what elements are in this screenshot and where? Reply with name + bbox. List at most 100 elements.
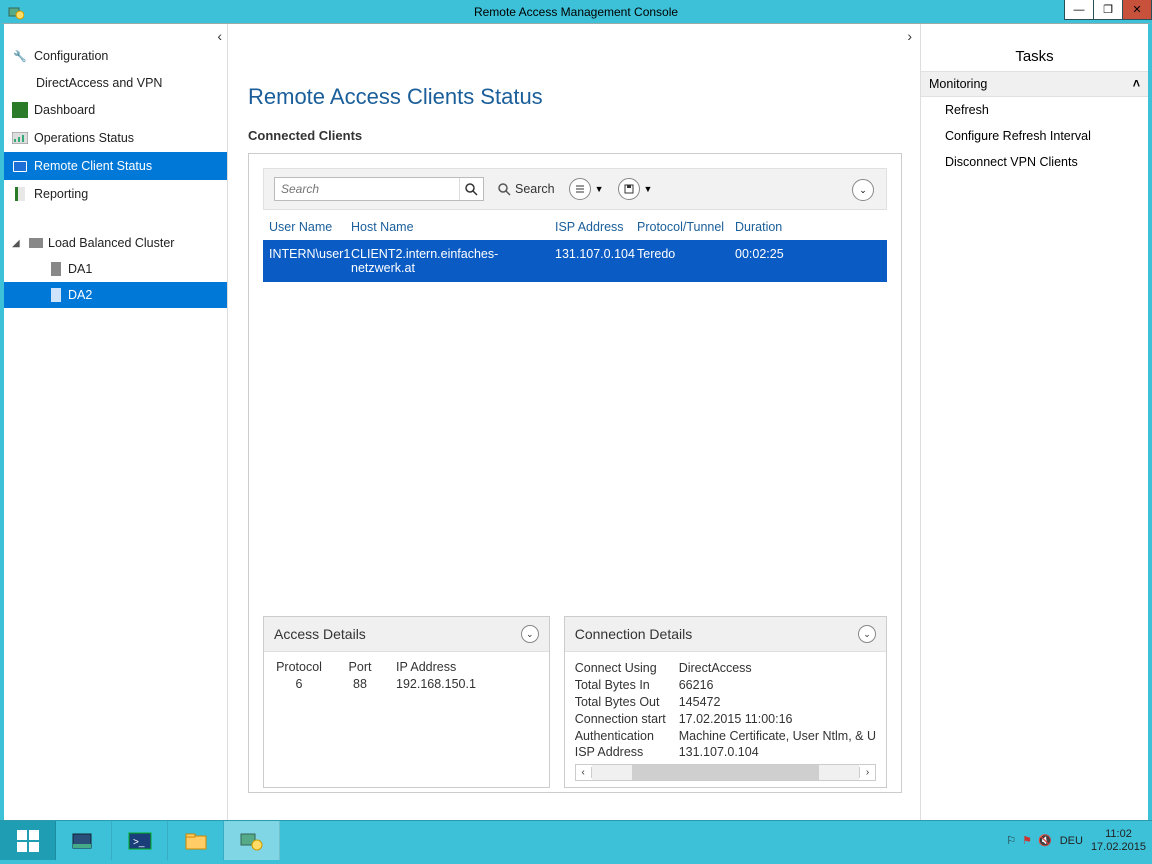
scroll-left-icon[interactable]: ‹ [576, 767, 592, 778]
tree-root-cluster[interactable]: ◢ Load Balanced Cluster [4, 230, 227, 256]
server-icon [48, 287, 64, 303]
tasks-title: Tasks [921, 46, 1148, 71]
ad-protocol: 6 [274, 677, 324, 691]
tree-expand-icon[interactable]: ◢ [12, 238, 24, 249]
grid-body: INTERN\user1 CLIENT2.intern.einfaches-ne… [263, 240, 887, 608]
ops-icon [12, 130, 28, 146]
clock-time: 11:02 [1091, 828, 1146, 841]
col-isp[interactable]: ISP Address [555, 220, 637, 234]
nav-label: Configuration [34, 49, 108, 63]
search-icon-button[interactable] [459, 178, 483, 200]
page-title: Remote Access Clients Status [248, 84, 902, 110]
scroll-right-icon[interactable]: › [859, 767, 875, 778]
ad-col-ip: IP Address [396, 660, 516, 674]
minimize-button[interactable]: — [1064, 0, 1094, 20]
taskbar-remote-access[interactable] [224, 821, 280, 860]
section-title: Connected Clients [248, 128, 902, 143]
cell-user: INTERN\user1 [269, 247, 351, 275]
col-host[interactable]: Host Name [351, 220, 555, 234]
cell-duration: 00:02:25 [735, 247, 805, 275]
start-button[interactable] [0, 821, 56, 860]
nav-item-configuration[interactable]: Configuration [4, 42, 227, 70]
action-center-icon[interactable]: ⚑ [1022, 834, 1032, 847]
clients-panel: Search ▼ ▼ ⌄ U [248, 153, 902, 793]
grid-row[interactable]: INTERN\user1 CLIENT2.intern.einfaches-ne… [263, 240, 887, 282]
nav-item-dashboard[interactable]: Dashboard [4, 96, 227, 124]
cell-isp: 131.107.0.104 [555, 247, 637, 275]
nav-item-operations-status[interactable]: Operations Status [4, 124, 227, 152]
cluster-icon [28, 235, 44, 251]
access-details-title: Access Details [274, 626, 366, 642]
scroll-thumb[interactable] [632, 765, 819, 780]
restore-button[interactable]: ❐ [1093, 0, 1123, 20]
list-icon [569, 178, 591, 200]
clock[interactable]: 11:02 17.02.2015 [1091, 828, 1146, 853]
save-icon [618, 178, 640, 200]
scroll-track[interactable] [592, 765, 859, 780]
content-pane: Remote Access Clients Status Connected C… [228, 24, 920, 820]
tree-label: Load Balanced Cluster [48, 236, 174, 250]
folder-icon [183, 830, 209, 852]
panel-collapse-button[interactable]: ⌄ [521, 625, 539, 643]
server-icon [48, 261, 64, 277]
col-duration[interactable]: Duration [735, 220, 805, 234]
view-options-button[interactable]: ▼ [569, 178, 604, 200]
title-bar: Remote Access Management Console — ❐ ✕ [0, 0, 1152, 23]
search-button[interactable]: Search [498, 182, 555, 196]
cell-host: CLIENT2.intern.einfaches-netzwerk.at [351, 247, 555, 275]
windows-logo-icon [17, 830, 39, 852]
search-input[interactable] [275, 182, 459, 196]
connection-details-panel: Connection Details ⌄ Connect UsingDirect… [564, 616, 887, 788]
window-title: Remote Access Management Console [474, 5, 678, 19]
tasks-group-header[interactable]: Monitoring ˄ [921, 71, 1148, 97]
tree-node-da1[interactable]: DA1 [4, 256, 227, 282]
flag-icon[interactable]: ⚐ [1006, 834, 1016, 847]
taskbar-explorer[interactable] [168, 821, 224, 860]
col-protocol[interactable]: Protocol/Tunnel [637, 220, 735, 234]
language-indicator[interactable]: DEU [1060, 835, 1083, 847]
close-button[interactable]: ✕ [1122, 0, 1152, 20]
task-refresh[interactable]: Refresh [921, 97, 1148, 123]
dashboard-icon [12, 102, 28, 118]
tree-label: DA2 [68, 288, 92, 302]
access-details-panel: Access Details ⌄ Protocol Port IP Addres… [263, 616, 550, 788]
cell-protocol: Teredo [637, 247, 735, 275]
panel-collapse-button[interactable]: ⌄ [858, 625, 876, 643]
tasks-group-label: Monitoring [929, 77, 987, 91]
chevron-up-icon: ˄ [1133, 77, 1140, 91]
search-button-label: Search [515, 182, 555, 196]
navigation-pane: ‹ Configuration DirectAccess and VPN Das… [4, 24, 228, 820]
chevron-down-icon: ⌄ [526, 629, 534, 640]
toolbar: Search ▼ ▼ ⌄ [263, 168, 887, 210]
tasks-expand-button[interactable]: › [907, 28, 912, 44]
task-disconnect-vpn-clients[interactable]: Disconnect VPN Clients [921, 149, 1148, 175]
nav-label: DirectAccess and VPN [36, 76, 162, 90]
svg-text:>_: >_ [133, 837, 145, 848]
task-configure-refresh-interval[interactable]: Configure Refresh Interval [921, 123, 1148, 149]
panel-options-button[interactable]: ⌄ [852, 179, 874, 201]
nav-collapse-button[interactable]: ‹ [217, 28, 222, 44]
monitor-icon [12, 158, 28, 174]
wrench-icon [12, 48, 28, 64]
ad-col-protocol: Protocol [274, 660, 324, 674]
taskbar-powershell[interactable]: >_ [112, 821, 168, 860]
nav-label: Operations Status [34, 131, 134, 145]
nav-item-directaccess-vpn[interactable]: DirectAccess and VPN [4, 70, 227, 96]
nav-item-reporting[interactable]: Reporting [4, 180, 227, 208]
ad-col-port: Port [340, 660, 380, 674]
tree-node-da2[interactable]: DA2 [4, 282, 227, 308]
chevron-down-icon: ▼ [595, 184, 604, 194]
nav-label: Remote Client Status [34, 159, 152, 173]
powershell-icon: >_ [127, 830, 153, 852]
system-tray: ⚐ ⚑ 🔇 DEU 11:02 17.02.2015 [1000, 821, 1152, 860]
tree-label: DA1 [68, 262, 92, 276]
horizontal-scrollbar[interactable]: ‹ › [575, 764, 876, 781]
server-tree: ◢ Load Balanced Cluster DA1 DA2 [4, 230, 227, 308]
nav-label: Dashboard [34, 103, 95, 117]
volume-icon[interactable]: 🔇 [1038, 834, 1052, 847]
taskbar-server-manager[interactable] [56, 821, 112, 860]
save-options-button[interactable]: ▼ [618, 178, 653, 200]
col-user[interactable]: User Name [269, 220, 351, 234]
nav-item-remote-client-status[interactable]: Remote Client Status [4, 152, 227, 180]
connection-details-title: Connection Details [575, 626, 693, 642]
